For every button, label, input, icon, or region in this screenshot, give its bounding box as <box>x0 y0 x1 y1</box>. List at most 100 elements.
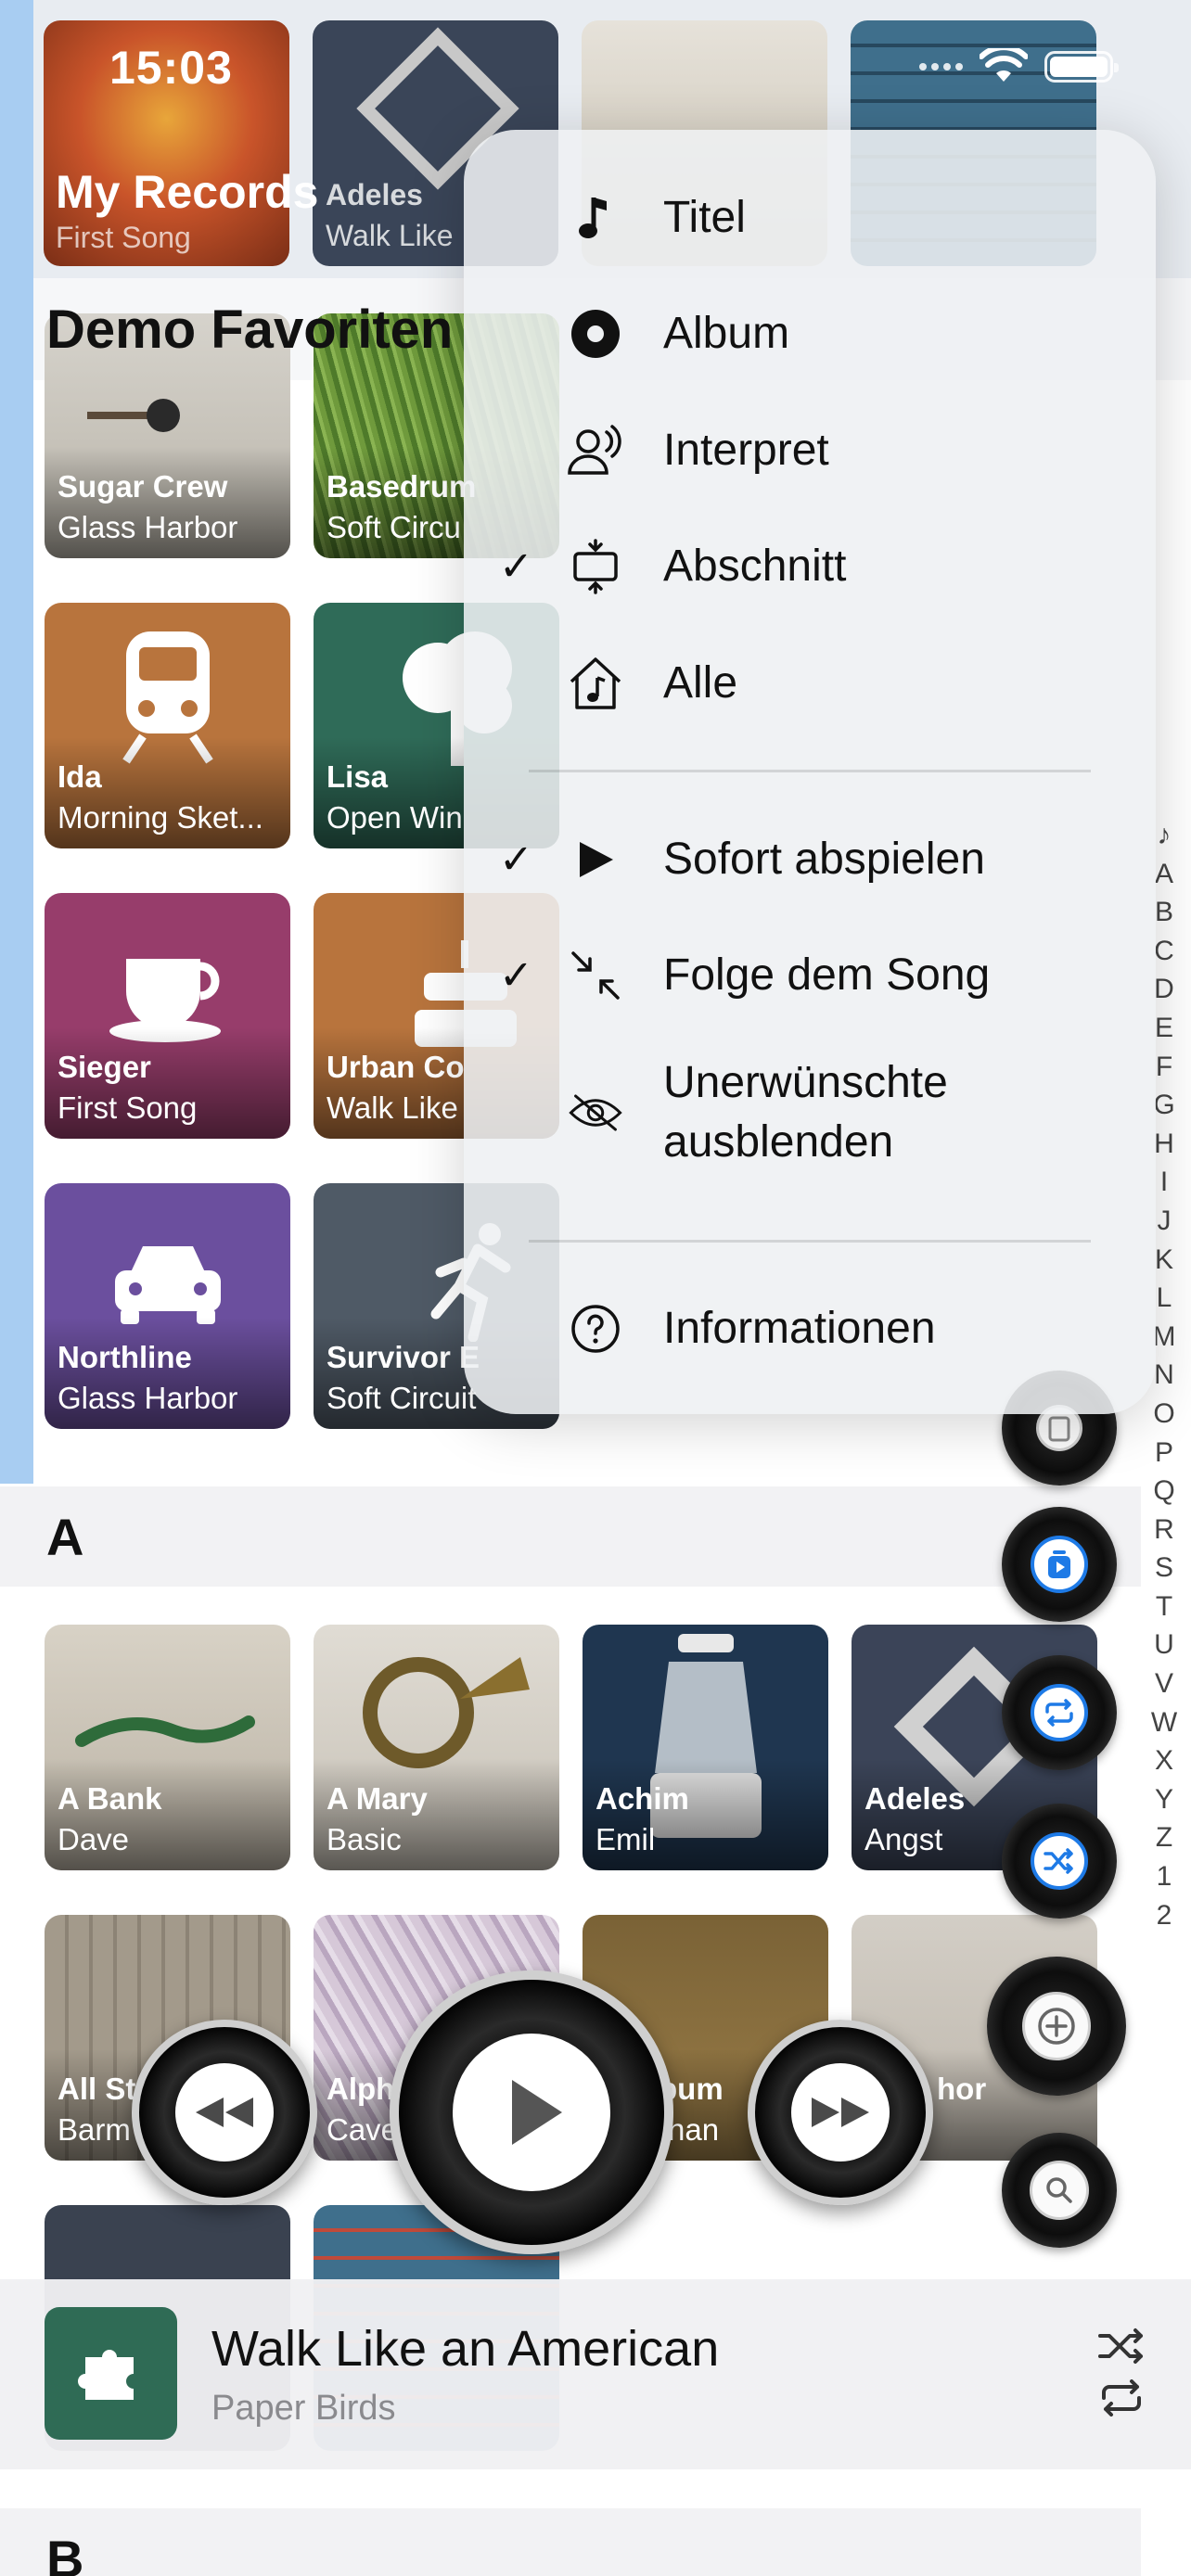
sort-options-menu: Titel Album Interpret ✓ Abschnitt Alle ✓ <box>464 130 1156 1414</box>
index-letter[interactable]: P <box>1155 1434 1173 1473</box>
menu-item-titel[interactable]: Titel <box>464 167 1156 269</box>
album-name: All St <box>58 2072 136 2106</box>
favorite-name: Sieger <box>58 1050 151 1084</box>
library-subtitle: First Song <box>56 221 191 254</box>
menu-item-album[interactable]: Album <box>464 283 1156 385</box>
favorite-name: Survivor E <box>327 1340 480 1374</box>
index-letter[interactable]: H <box>1154 1125 1174 1164</box>
index-letter[interactable]: R <box>1154 1511 1174 1549</box>
menu-separator <box>529 1240 1091 1243</box>
menu-label: Album <box>663 309 790 358</box>
index-letter[interactable]: U <box>1154 1626 1174 1664</box>
menu-label: Interpret <box>663 426 829 475</box>
index-letter[interactable]: D <box>1154 970 1174 1009</box>
menu-item-abschnitt[interactable]: ✓ Abschnitt <box>464 516 1156 618</box>
album-name: hor <box>937 2072 987 2106</box>
menu-item-interpret[interactable]: Interpret <box>464 400 1156 502</box>
menu-item-informationen[interactable]: Informationen <box>464 1278 1156 1380</box>
album-artist: Angst <box>864 1822 943 1856</box>
search-icon <box>1030 2161 1089 2220</box>
index-letter[interactable]: J <box>1158 1202 1172 1241</box>
collapse-arrows-icon <box>568 948 623 1003</box>
add-button[interactable] <box>987 1957 1126 2096</box>
favorite-name: Basedrum <box>327 469 477 504</box>
section-letter: B <box>46 2530 84 2576</box>
section-icon <box>568 539 623 594</box>
fast-forward-icon <box>791 2063 890 2162</box>
now-playing-artist: Paper Birds <box>211 2389 396 2428</box>
menu-check: ✓ <box>499 836 533 883</box>
repeat-button[interactable] <box>1002 1655 1117 1770</box>
index-letter[interactable]: 1 <box>1157 1857 1172 1896</box>
index-letter[interactable]: I <box>1160 1163 1168 1202</box>
index-letter[interactable]: 2 <box>1157 1896 1172 1935</box>
index-letter[interactable]: N <box>1154 1356 1174 1395</box>
favorite-artist: Soft Circu <box>327 510 461 544</box>
shuffle-small-icon[interactable] <box>1098 2327 1145 2365</box>
index-letter[interactable]: T <box>1156 1588 1172 1626</box>
music-note-icon <box>568 190 623 246</box>
album-name: Adeles <box>864 1781 966 1816</box>
album-name: Achim <box>596 1781 689 1816</box>
index-letter[interactable]: M <box>1153 1318 1176 1357</box>
menu-check: ✓ <box>499 952 533 999</box>
now-playing-bar[interactable]: Walk Like an American Paper Birds <box>0 2279 1191 2469</box>
index-letter[interactable]: V <box>1155 1664 1173 1703</box>
rewind-icon <box>175 2063 274 2162</box>
puzzle-icon <box>77 2349 134 2400</box>
section-letter: A <box>46 1508 84 1566</box>
album-artist: han <box>668 2112 720 2147</box>
car-icon <box>114 1246 221 1324</box>
album-tile[interactable]: Achim Emil <box>583 1625 828 1870</box>
library-title: My Records <box>56 166 319 218</box>
fast-forward-button[interactable] <box>748 2020 933 2205</box>
album-tile[interactable]: A Bank Dave <box>45 1625 290 1870</box>
index-letter[interactable]: L <box>1157 1279 1172 1318</box>
now-playing-artwork[interactable] <box>45 2307 177 2440</box>
index-letter[interactable]: Y <box>1155 1780 1173 1819</box>
index-letter[interactable]: K <box>1155 1241 1173 1280</box>
search-button[interactable] <box>1002 2133 1117 2248</box>
index-letter[interactable]: G <box>1153 1086 1174 1125</box>
favorite-artist: First Song <box>58 1090 198 1125</box>
index-letter[interactable]: Z <box>1156 1818 1172 1857</box>
favorite-tile[interactable]: Ida Morning Sket... <box>45 603 290 848</box>
album-tile[interactable]: A Mary Basic <box>314 1625 559 1870</box>
index-letter[interactable]: X <box>1155 1741 1173 1780</box>
play-button[interactable] <box>390 1970 673 2254</box>
index-letter[interactable]: S <box>1155 1549 1173 1588</box>
album-artist: Barm <box>58 2112 131 2147</box>
favorites-title: Demo Favoriten <box>46 300 454 360</box>
favorite-artist: Glass Harbor <box>58 1381 238 1415</box>
index-letter[interactable]: ♪ <box>1158 816 1172 855</box>
rewind-button[interactable] <box>132 2020 317 2205</box>
index-letter[interactable]: C <box>1154 932 1174 971</box>
index-letter[interactable]: F <box>1156 1048 1172 1087</box>
index-letter[interactable]: W <box>1151 1703 1177 1742</box>
queue-button[interactable] <box>1002 1507 1117 1622</box>
album-artist: Cave <box>327 2112 399 2147</box>
index-letter[interactable]: E <box>1155 1009 1173 1048</box>
menu-label: Sofort abspielen <box>663 835 985 884</box>
home-music-icon <box>568 656 623 711</box>
repeat-small-icon[interactable] <box>1098 2379 1145 2417</box>
menu-item-sofort-abspielen[interactable]: ✓ Sofort abspielen <box>464 809 1156 911</box>
favorite-artist: Morning Sket... <box>58 800 263 835</box>
favorite-tile[interactable]: Sieger First Song <box>45 893 290 1139</box>
menu-item-folge-dem-song[interactable]: ✓ Folge dem Song <box>464 925 1156 1027</box>
shuffle-icon <box>1031 1832 1088 1890</box>
shuffle-button[interactable] <box>1002 1804 1117 1919</box>
index-letter[interactable]: B <box>1155 893 1173 932</box>
menu-item-unerwuenschte-ausblenden[interactable]: Unerwünschte ausblenden <box>464 1048 1156 1178</box>
index-letter[interactable]: O <box>1153 1395 1174 1434</box>
favorite-tile[interactable]: Northline Glass Harbor <box>45 1183 290 1429</box>
menu-label: Folge dem Song <box>663 950 991 1000</box>
album-name: A Mary <box>327 1781 428 1816</box>
index-letter[interactable]: Q <box>1153 1472 1174 1511</box>
album-name: A Bank <box>58 1781 162 1816</box>
favorite-artist: Glass Harbor <box>58 510 238 544</box>
favorite-artist: Walk Like <box>327 1090 458 1125</box>
menu-label: Unerwünschte ausblenden <box>663 1058 948 1167</box>
index-letter[interactable]: A <box>1155 855 1173 894</box>
menu-item-alle[interactable]: Alle <box>464 632 1156 734</box>
